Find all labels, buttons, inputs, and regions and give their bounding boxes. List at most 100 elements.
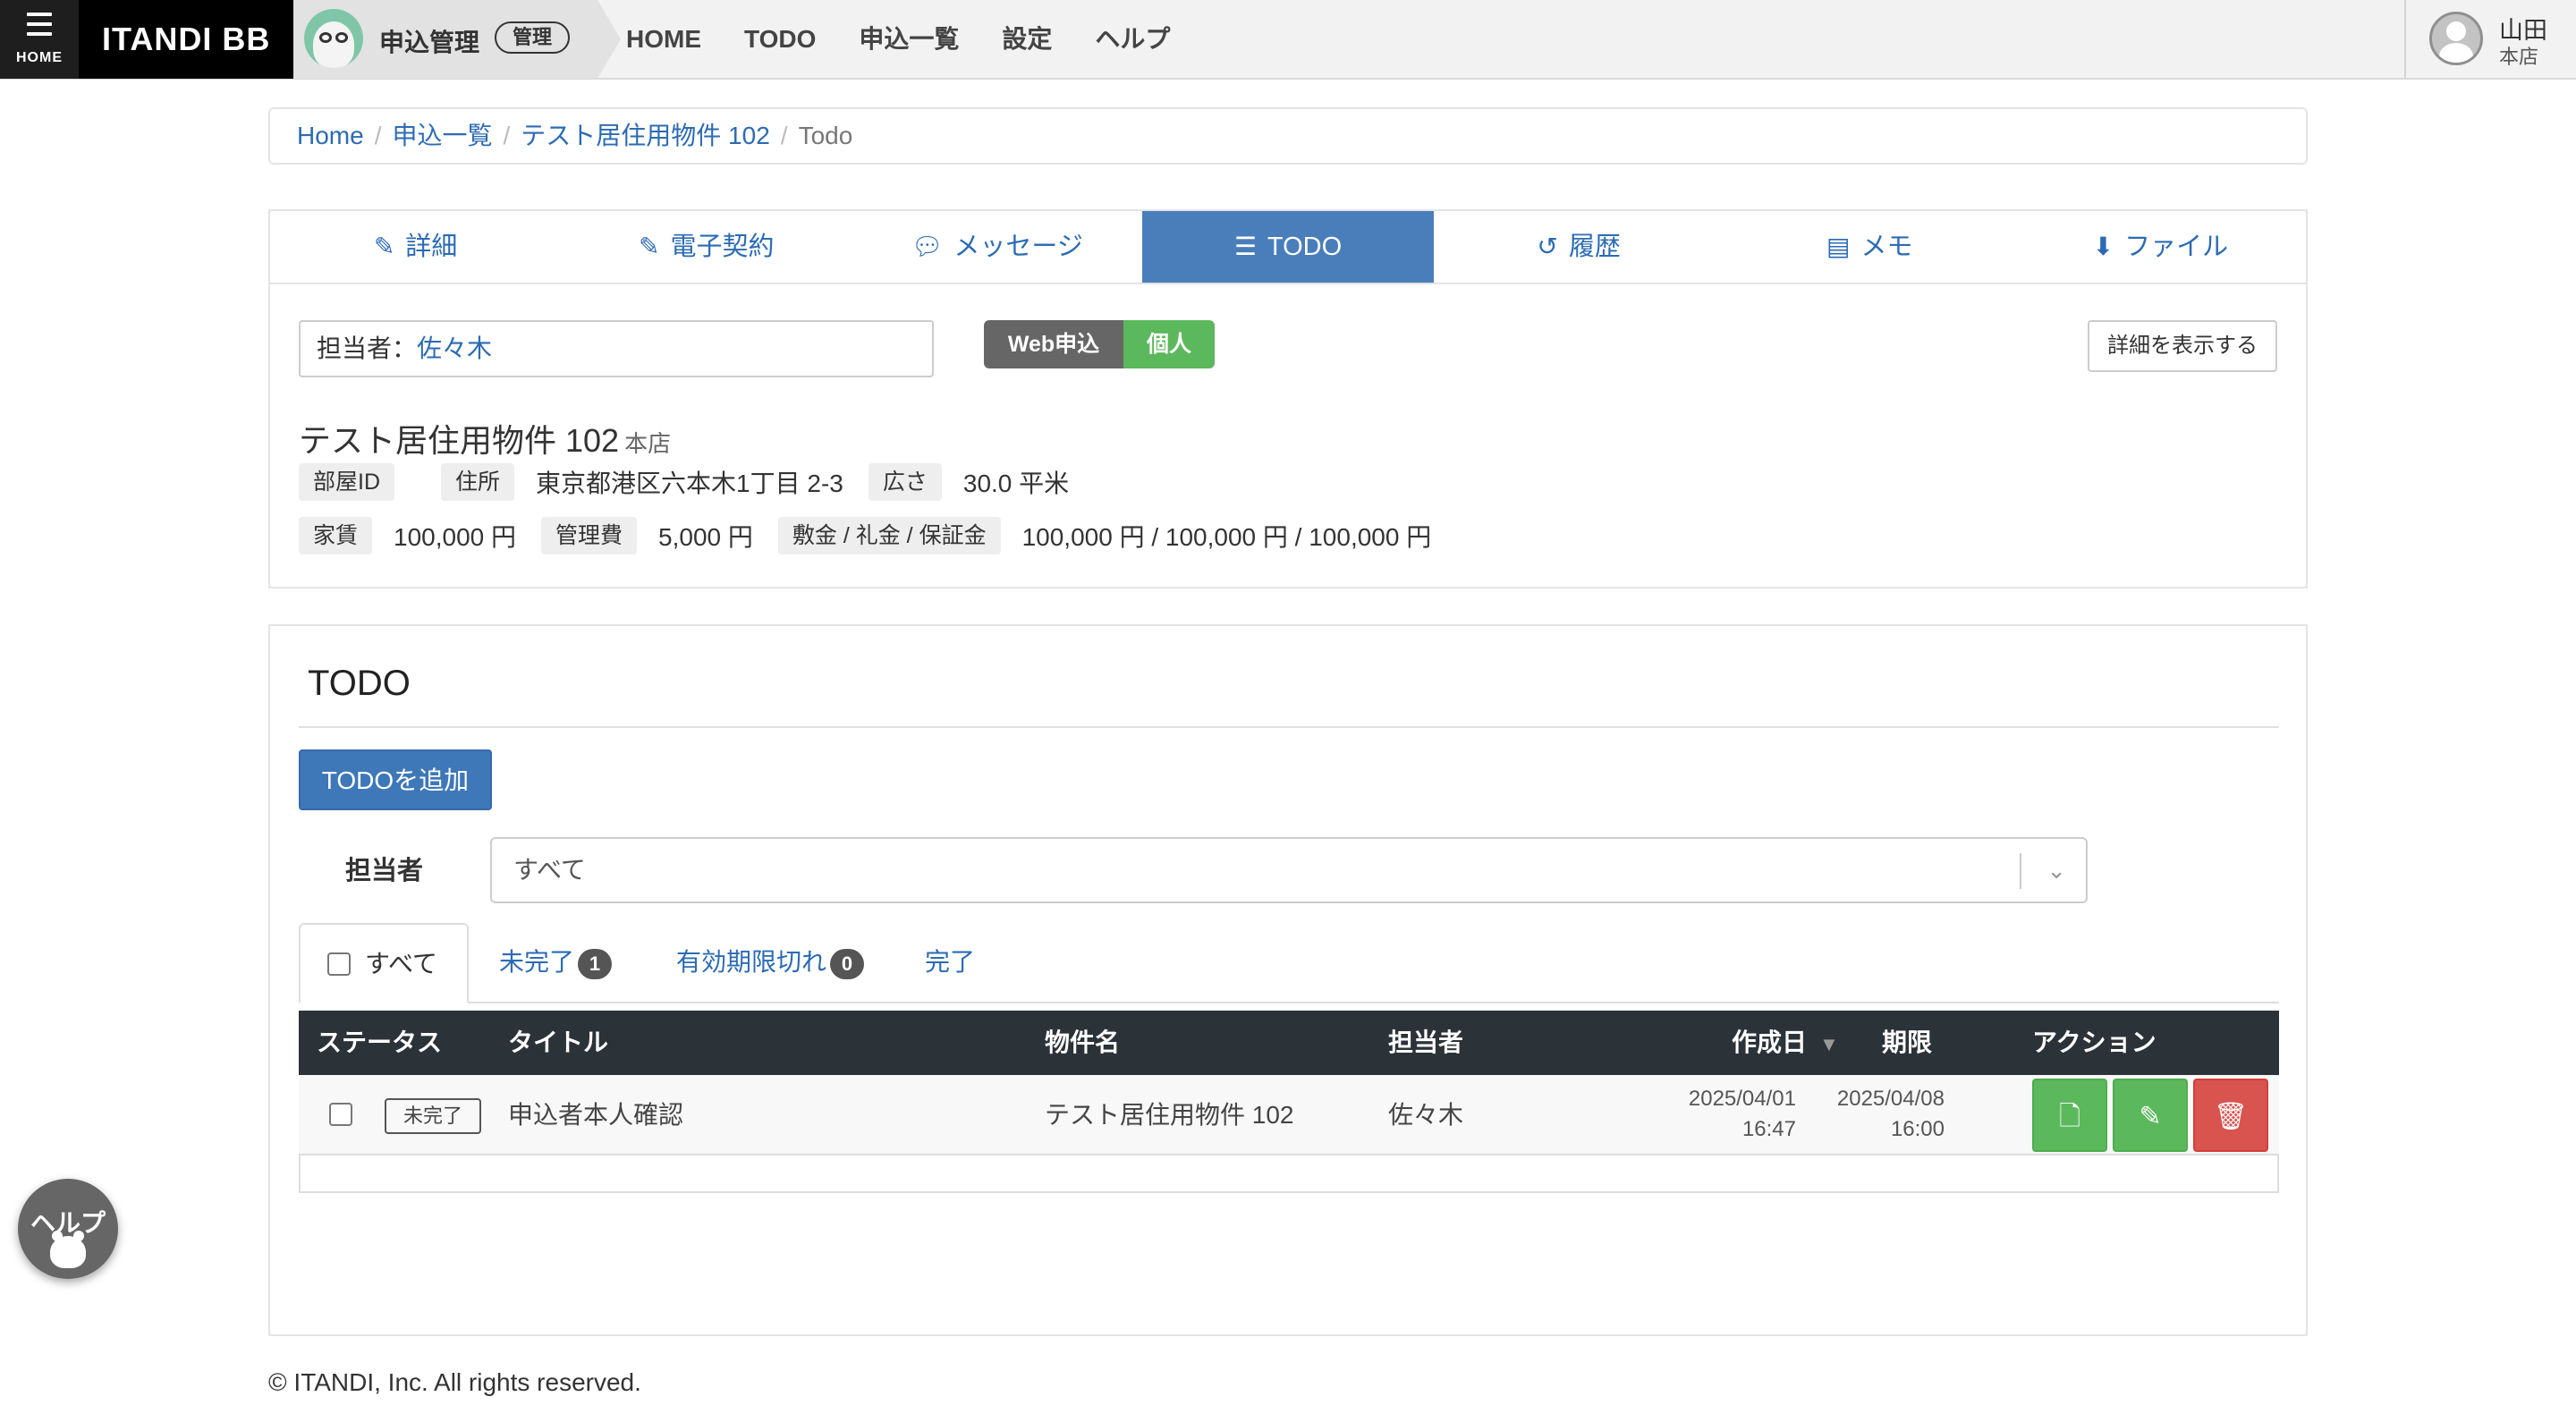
brand-logo[interactable]: ITANDI BB: [79, 0, 293, 79]
status-tab-incomplete[interactable]: 未完了 1: [499, 923, 613, 1003]
created-date: 2025/04/01: [1688, 1087, 1796, 1111]
assignee-label: 担当者：: [317, 334, 418, 362]
status-tab-all[interactable]: すべて: [299, 923, 469, 1003]
table-footer: [299, 1155, 2279, 1193]
todo-title: 申込者本人確認: [508, 1101, 684, 1129]
hamburger-icon: [27, 13, 52, 42]
select-separator: [2020, 853, 2021, 889]
home-menu-button[interactable]: HOME: [0, 0, 79, 79]
tab-label: 詳細: [405, 233, 458, 261]
list-icon: ☰: [1233, 233, 1257, 260]
breadcrumb-home[interactable]: Home: [297, 122, 364, 149]
property-info-row-2: 家賃 100,000 円 管理費 5,000 円 敷金 / 礼金 / 保証金 100,…: [299, 517, 1456, 554]
col-created-label: 作成日: [1732, 1028, 1808, 1056]
rent-label: 家賃: [299, 517, 373, 554]
admin-badge: 管理: [495, 21, 571, 54]
memo-icon: ▤: [1826, 233, 1851, 260]
table-row: 未完了 申込者本人確認 テスト居住用物件 102 佐々木 2025/04/01 …: [299, 1075, 2279, 1155]
nav-applications[interactable]: 申込一覧: [859, 0, 959, 79]
application-detail-card: ✎ 詳細 ✎ 電子契約 💬︎ メッセージ ☰ TODO ↺ 履歴 ▤ メモ ⬇ ファイル 担当…: [268, 209, 2308, 588]
filter-selected-value: すべて: [513, 856, 586, 884]
file-icon: 🗋: [2058, 1102, 2081, 1131]
management-fee-label: 管理費: [541, 517, 638, 554]
todo-due: 2025/04/08 16:00: [1819, 1084, 1945, 1145]
todo-assignee: 佐々木: [1388, 1101, 1464, 1129]
expired-count-badge: 0: [830, 948, 865, 979]
delete-button[interactable]: 🗑︎: [2193, 1079, 2268, 1152]
view-button[interactable]: 🗋: [2032, 1079, 2107, 1152]
assignee-field[interactable]: 担当者：佐々木: [299, 320, 934, 377]
bear-mascot-icon: [50, 1231, 86, 1268]
tab-memo[interactable]: ▤ メモ: [1724, 211, 2015, 283]
todo-table: ステータス タイトル 物件名 担当者 作成日 ▼ 期限 アクション 未完了 申込者…: [299, 1011, 2279, 1193]
assignee-filter-select[interactable]: すべて ⌄: [490, 837, 2088, 903]
assignee-link[interactable]: 佐々木: [417, 334, 492, 362]
sort-desc-icon: ▼: [1819, 1033, 1839, 1055]
nav-settings[interactable]: 設定: [1002, 0, 1052, 79]
tab-messages[interactable]: 💬︎ メッセージ: [852, 211, 1142, 283]
tab-label: 履歴: [1568, 233, 1621, 261]
tab-todo[interactable]: ☰ TODO: [1142, 211, 1434, 283]
tab-files[interactable]: ⬇ ファイル: [2015, 211, 2306, 283]
user-store: 本店: [2499, 46, 2539, 68]
tab-label: TODO: [1267, 233, 1343, 261]
address-value: 東京都港区六本木1丁目 2-3: [536, 470, 843, 497]
due-date: 2025/04/08: [1836, 1087, 1945, 1111]
tab-history[interactable]: ↺ 履歴: [1434, 211, 1724, 283]
floating-help-button[interactable]: ヘルプ: [18, 1179, 118, 1279]
tab-details[interactable]: ✎ 詳細: [270, 211, 561, 283]
app-switcher[interactable]: 申込管理 管理: [293, 0, 621, 79]
divider: [299, 726, 2279, 728]
todo-property: テスト居住用物件 102: [1045, 1101, 1294, 1129]
status-tab-expired[interactable]: 有効期限切れ 0: [676, 923, 865, 1003]
nav-home[interactable]: HOME: [626, 0, 701, 79]
tab-label: ファイル: [2124, 233, 2229, 261]
assignee-filter-label: 担当者: [345, 857, 424, 885]
home-label: HOME: [16, 50, 63, 65]
web-application-badge: Web申込: [984, 320, 1123, 368]
applicant-type-badge: 個人: [1123, 320, 1215, 368]
row-checkbox[interactable]: [329, 1103, 352, 1126]
tab-e-contract[interactable]: ✎ 電子契約: [561, 211, 852, 283]
area-label: 広さ: [868, 463, 942, 501]
col-assignee: 担当者: [1388, 1028, 1464, 1056]
copyright: © ITANDI, Inc. All rights reserved.: [268, 1368, 641, 1396]
edit-button[interactable]: ✎: [2113, 1079, 2188, 1152]
property-name: テスト居住用物件 102: [299, 422, 620, 459]
user-avatar-icon: [2429, 12, 2483, 65]
nav-todo[interactable]: TODO: [744, 0, 816, 79]
property-store: 本店: [624, 430, 672, 457]
col-action: アクション: [2032, 1028, 2157, 1056]
breadcrumb-current: Todo: [798, 122, 853, 149]
breadcrumb-property[interactable]: テスト居住用物件 102: [521, 122, 770, 149]
breadcrumb-separator: /: [374, 122, 382, 149]
nav-help[interactable]: ヘルプ: [1095, 0, 1170, 79]
status-tab-done[interactable]: 完了: [925, 923, 975, 1003]
select-all-checkbox[interactable]: [327, 952, 351, 976]
table-header: ステータス タイトル 物件名 担当者 作成日 ▼ 期限 アクション: [299, 1011, 2279, 1075]
tab-label: メッセージ: [953, 233, 1083, 261]
edit-icon: ✎: [373, 233, 395, 260]
col-title: タイトル: [508, 1028, 609, 1056]
show-detail-button[interactable]: 詳細を表示する: [2088, 320, 2277, 372]
address-label: 住所: [441, 463, 515, 501]
breadcrumb-separator: /: [503, 122, 511, 149]
todo-created: 2025/04/01 16:47: [1676, 1084, 1796, 1145]
chevron-down-icon: ⌄: [2046, 857, 2066, 884]
todo-card: TODO TODOを追加 担当者 すべて ⌄ すべて 未完了 1 有効期限切れ 0 …: [268, 624, 2308, 1336]
top-nav: HOME TODO 申込一覧 設定 ヘルプ: [626, 0, 1213, 79]
breadcrumb-applications[interactable]: 申込一覧: [392, 122, 492, 149]
col-status: ステータス: [317, 1028, 443, 1056]
col-created[interactable]: 作成日 ▼: [1732, 1011, 1839, 1077]
property-info-row-1: 部屋ID 住所 東京都港区六本木1丁目 2-3 広さ 30.0 平米: [299, 463, 1094, 501]
edit-icon: ✎: [638, 233, 660, 260]
edit-icon: ✎: [2139, 1102, 2162, 1131]
status-badge: 未完了: [385, 1098, 481, 1134]
add-todo-button[interactable]: TODOを追加: [299, 749, 492, 810]
deposit-label: 敷金 / 礼金 / 保証金: [777, 517, 1001, 554]
user-menu[interactable]: 山田 本店: [2404, 0, 2576, 79]
help-label: ヘルプ: [30, 1209, 106, 1237]
status-tab-label: 有効期限切れ: [676, 948, 827, 976]
breadcrumb-separator: /: [780, 122, 788, 149]
app-switcher-arrow: [597, 0, 621, 79]
